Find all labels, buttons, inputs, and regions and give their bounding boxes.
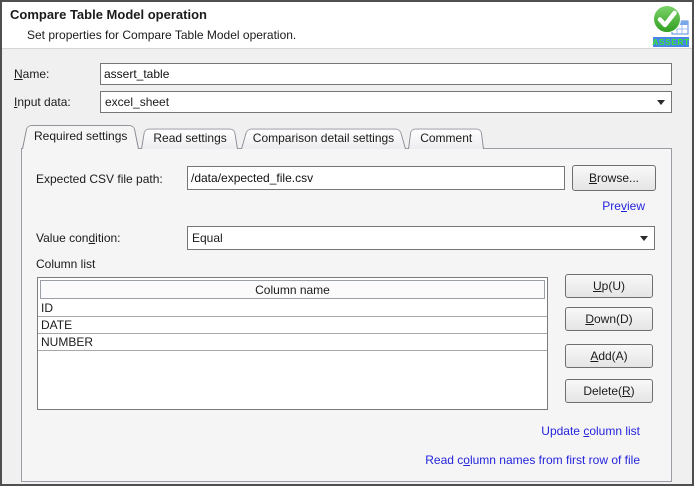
- assert-operation-icon: ASSERT ASSERT: [652, 4, 690, 48]
- assert-check-icon: ASSERT: [652, 4, 690, 48]
- down-button[interactable]: Down(D): [565, 307, 653, 331]
- csv-path-label: Expected CSV file path:: [36, 172, 163, 186]
- table-row[interactable]: DATE: [38, 317, 547, 334]
- chevron-down-icon: [640, 236, 648, 241]
- tab-required-settings[interactable]: Required settings: [22, 123, 139, 149]
- table-row[interactable]: ID: [38, 300, 547, 317]
- delete-button[interactable]: Delete(R): [565, 379, 653, 403]
- name-label: Name:: [14, 67, 49, 81]
- value-condition-value: Equal: [192, 231, 223, 245]
- dialog-header: Compare Table Model operation Set proper…: [2, 2, 692, 49]
- page-title: Compare Table Model operation: [10, 7, 207, 22]
- csv-path-input[interactable]: [187, 166, 565, 190]
- column-list-table[interactable]: Column name ID DATE NUMBER: [37, 277, 548, 410]
- chevron-down-icon: [657, 100, 665, 105]
- settings-tabs: Required settings Read settings Comparis…: [22, 123, 486, 149]
- update-column-list-link[interactable]: Update column list: [541, 424, 640, 438]
- tab-read-settings[interactable]: Read settings: [141, 127, 238, 149]
- table-row[interactable]: NUMBER: [38, 334, 547, 351]
- tab-comparison-detail-settings[interactable]: Comparison detail settings: [241, 127, 406, 149]
- up-button[interactable]: Up(U): [565, 274, 653, 298]
- input-data-select[interactable]: excel_sheet: [100, 91, 672, 113]
- preview-link[interactable]: Preview: [602, 199, 645, 213]
- tab-comment[interactable]: Comment: [408, 127, 484, 149]
- page-subtitle: Set properties for Compare Table Model o…: [27, 28, 296, 42]
- name-input[interactable]: [100, 63, 672, 85]
- browse-button[interactable]: Browse...: [572, 165, 656, 191]
- value-condition-label: Value condition:: [36, 231, 121, 245]
- add-button[interactable]: Add(A): [565, 344, 653, 368]
- column-name-header: Column name: [40, 280, 545, 299]
- column-list-label: Column list: [36, 257, 95, 271]
- svg-text:ASSERT: ASSERT: [652, 37, 690, 47]
- input-data-label: Input data:: [14, 95, 71, 109]
- column-rows: ID DATE NUMBER: [38, 300, 547, 351]
- read-column-names-link[interactable]: Read column names from first row of file: [425, 453, 640, 467]
- input-data-value: excel_sheet: [105, 95, 169, 109]
- value-condition-select[interactable]: Equal: [187, 226, 655, 250]
- compare-table-model-dialog: Compare Table Model operation Set proper…: [0, 0, 694, 486]
